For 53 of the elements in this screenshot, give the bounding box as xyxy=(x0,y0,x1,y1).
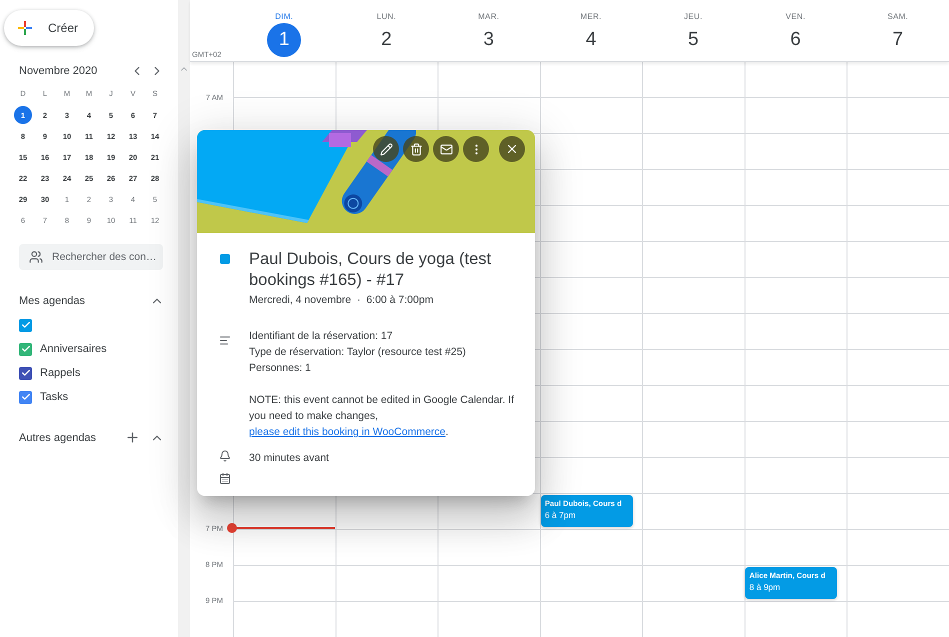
current-time-dot xyxy=(227,523,237,533)
day-number[interactable]: 1 xyxy=(267,23,302,57)
plus-icon xyxy=(125,430,140,445)
description-line: Personnes: 1 xyxy=(249,361,312,376)
envelope-icon xyxy=(440,142,452,156)
weekday-name: LUN. xyxy=(376,12,396,21)
weekday-name: MAR. xyxy=(478,12,500,21)
edit-note: NOTE: this event cannot be edited in Google Calendar. If you need to make changes, please edit this booking in WooCommerce. xyxy=(249,393,515,440)
calendar-name: Tasks xyxy=(40,391,68,403)
reminder-text: 30 minutes avant xyxy=(249,451,329,466)
check-icon xyxy=(20,392,30,402)
close-icon xyxy=(505,142,519,156)
bell-icon xyxy=(219,450,231,462)
calendar-name: Anniversaires xyxy=(40,343,107,355)
calendar-name: Rappels xyxy=(40,367,80,379)
day-number[interactable]: 4 xyxy=(574,23,608,57)
plus-icon xyxy=(16,19,34,37)
description-line: Type de réservation: Taylor (resource test #25) xyxy=(249,345,467,360)
woocommerce-edit-link[interactable]: please edit this booking in WooCommerce xyxy=(249,426,446,438)
calendar-checkbox[interactable] xyxy=(19,366,32,380)
calendar-checkbox[interactable] xyxy=(19,342,32,356)
weekday-name: JEU. xyxy=(684,12,703,21)
day-number[interactable]: 2 xyxy=(369,23,404,57)
event-date-time: Mercredi, 4 novembre · 6:00 à 7:00pm xyxy=(249,294,434,306)
event-color-square xyxy=(220,254,230,264)
day-number[interactable]: 3 xyxy=(472,23,506,57)
description-icon xyxy=(219,334,231,347)
add-calendar-button[interactable] xyxy=(125,430,140,445)
trash-icon xyxy=(410,142,422,156)
calendar-icon xyxy=(219,472,231,485)
search-people-field[interactable]: Rechercher des con… xyxy=(19,244,163,270)
day-number[interactable]: 5 xyxy=(676,23,710,57)
weekday-name: VEN. xyxy=(786,12,806,21)
pencil-icon xyxy=(380,142,392,156)
day-number[interactable]: 7 xyxy=(880,23,915,57)
check-icon xyxy=(20,320,30,330)
section-title: Autres agendas xyxy=(19,432,98,444)
section-title: Mes agendas xyxy=(19,295,86,307)
weekday-name: SAM. xyxy=(887,12,908,21)
weekday-name: DIM. xyxy=(275,12,294,21)
weekday-name: MER. xyxy=(580,12,602,21)
check-icon xyxy=(20,368,30,378)
calendar-checkbox[interactable] xyxy=(19,318,32,332)
description-line: Identifiant de la réservation: 17 xyxy=(249,329,394,344)
people-icon xyxy=(29,250,43,264)
event-time: 8 à 9pm xyxy=(749,582,782,593)
month-title: Novembre 2020 xyxy=(19,65,98,77)
event-title: Paul Dubois, Cours de yoga (test bookings #165) - #17 xyxy=(249,249,492,291)
create-button[interactable]: Créer xyxy=(4,10,94,46)
check-icon xyxy=(20,344,30,354)
calendar-checkbox[interactable] xyxy=(19,390,32,404)
day-number[interactable]: 6 xyxy=(778,23,813,57)
event-time: 6 à 7pm xyxy=(544,510,577,521)
